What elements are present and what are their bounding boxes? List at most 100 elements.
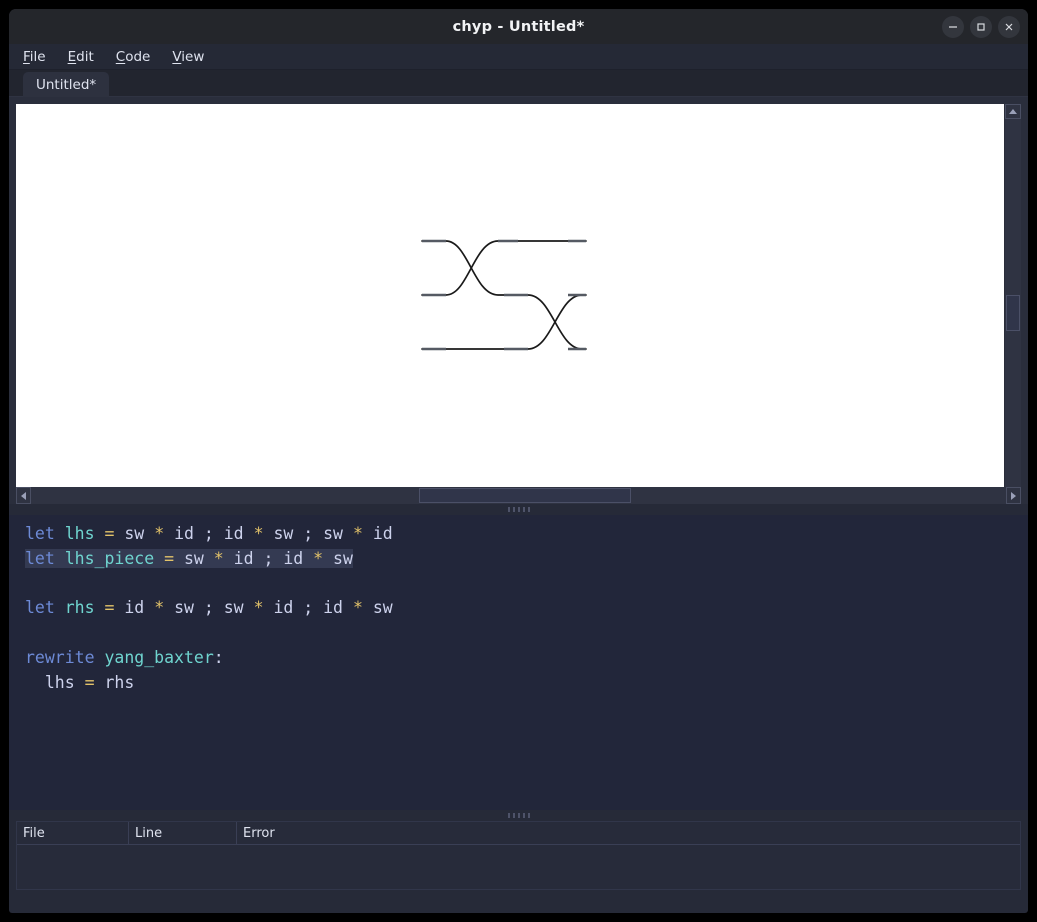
menu-file-rest: ile <box>29 48 46 65</box>
code-token: sw <box>333 548 353 568</box>
menu-file-mnemonic: F <box>23 48 30 65</box>
code-token: let <box>25 598 65 618</box>
error-table-header: File Line Error <box>17 822 1020 845</box>
code-token: ; <box>263 548 284 568</box>
wire-3 <box>421 294 587 350</box>
wire-2 <box>421 240 587 296</box>
splitter-grip <box>507 813 530 818</box>
code-token: lhs_piece <box>64 548 165 568</box>
menu-view-mnemonic: V <box>172 48 182 65</box>
code-token: = <box>84 672 105 692</box>
minimize-button[interactable] <box>942 15 964 38</box>
code-token: id <box>273 598 304 618</box>
title-bar: chyp - Untitled* <box>9 9 1028 44</box>
error-table-body[interactable] <box>17 845 1020 889</box>
code-line: rewrite yang_baxter: <box>25 646 1028 671</box>
code-line-text: rewrite yang_baxter: <box>25 648 224 667</box>
code-token: * <box>313 548 334 568</box>
menu-file[interactable]: File <box>23 49 46 65</box>
code-token: * <box>352 524 373 543</box>
code-line-text: let rhs = id * sw ; sw * id ; id * sw <box>25 598 393 617</box>
column-header-file[interactable]: File <box>17 822 129 845</box>
code-token: * <box>213 548 234 568</box>
code-token: : <box>213 647 224 667</box>
code-token: sw <box>223 598 254 618</box>
code-token: ; <box>303 524 324 543</box>
menu-edit-rest: dit <box>76 48 94 65</box>
splitter-grip <box>507 507 530 512</box>
code-token: = <box>164 548 184 568</box>
code-token: * <box>154 524 175 543</box>
code-token: rhs <box>104 672 135 692</box>
code-token: rewrite <box>25 647 105 667</box>
graph-frame <box>16 104 1021 504</box>
code-token: sw <box>273 524 304 543</box>
app-window: chyp - Untitled* File Edit Code View Unt… <box>9 9 1028 913</box>
code-token: * <box>253 598 274 618</box>
column-header-line[interactable]: Line <box>129 822 237 845</box>
code-token: rhs <box>64 598 105 618</box>
code-line: let lhs_piece = sw * id ; id * sw <box>25 547 1028 572</box>
code-token: id <box>372 524 393 543</box>
graph-pane <box>9 97 1028 504</box>
minimize-icon <box>949 25 957 28</box>
menu-view[interactable]: View <box>172 49 204 65</box>
close-icon <box>1005 23 1013 30</box>
code-token: id <box>124 598 155 618</box>
error-pane: File Line Error <box>9 821 1028 897</box>
horizontal-scroll-thumb[interactable] <box>419 488 631 503</box>
graph-canvas[interactable] <box>16 104 1004 504</box>
code-token: lhs <box>25 672 85 692</box>
code-token: ; <box>203 524 224 543</box>
code-token: * <box>352 598 373 618</box>
column-header-error[interactable]: Error <box>237 822 1020 845</box>
chevron-up-icon <box>1009 109 1017 114</box>
menu-edit-mnemonic: E <box>67 48 77 65</box>
code-token: let <box>25 548 65 568</box>
code-line-text: lhs = rhs <box>25 673 134 692</box>
code-token: let <box>25 524 65 543</box>
tab-strip: Untitled* <box>9 70 1028 97</box>
code-token: id <box>233 548 264 568</box>
vertical-scroll-thumb[interactable] <box>1006 295 1020 331</box>
tab-untitled[interactable]: Untitled* <box>23 72 110 97</box>
scroll-left-button[interactable] <box>16 487 31 504</box>
maximize-button[interactable] <box>970 15 992 38</box>
menu-code-rest: ode <box>125 48 151 65</box>
splitter-graph-editor[interactable] <box>9 504 1028 515</box>
chevron-right-icon <box>1011 491 1016 500</box>
vertical-scroll-track[interactable] <box>1005 119 1021 489</box>
chevron-left-icon <box>21 491 26 500</box>
graph-horizontal-scrollbar[interactable] <box>16 487 1021 504</box>
menu-edit[interactable]: Edit <box>68 49 94 65</box>
menu-view-rest: iew <box>181 48 205 65</box>
code-token: sw <box>183 548 214 568</box>
code-token: id <box>223 524 254 543</box>
menu-code[interactable]: Code <box>116 49 151 65</box>
scroll-right-button[interactable] <box>1006 487 1021 504</box>
menu-code-mnemonic: C <box>115 48 126 65</box>
error-table[interactable]: File Line Error <box>16 821 1021 890</box>
menu-bar: File Edit Code View <box>9 44 1028 70</box>
code-token: = <box>104 524 125 543</box>
code-token: * <box>253 524 274 543</box>
splitter-editor-errors[interactable] <box>9 810 1028 821</box>
scroll-up-button[interactable] <box>1005 104 1021 119</box>
horizontal-scroll-track[interactable] <box>31 487 1006 504</box>
graph-vertical-scrollbar[interactable] <box>1004 104 1021 504</box>
code-line-selected: let lhs_piece = sw * id ; id * sw <box>25 548 353 568</box>
code-editor[interactable]: let lhs = sw * id ; id * sw ; sw * id let… <box>9 515 1028 810</box>
code-token: id <box>283 548 314 568</box>
code-token: = <box>104 598 125 618</box>
string-diagram <box>421 239 587 351</box>
code-token: id <box>174 524 204 543</box>
code-line: let lhs = sw * id ; id * sw ; sw * id <box>25 522 1028 547</box>
code-token: sw <box>323 524 353 543</box>
code-token: id <box>323 598 353 618</box>
code-token: * <box>154 598 175 618</box>
code-token: sw <box>124 524 155 543</box>
code-token: lhs <box>64 524 105 543</box>
close-button[interactable] <box>998 15 1020 38</box>
